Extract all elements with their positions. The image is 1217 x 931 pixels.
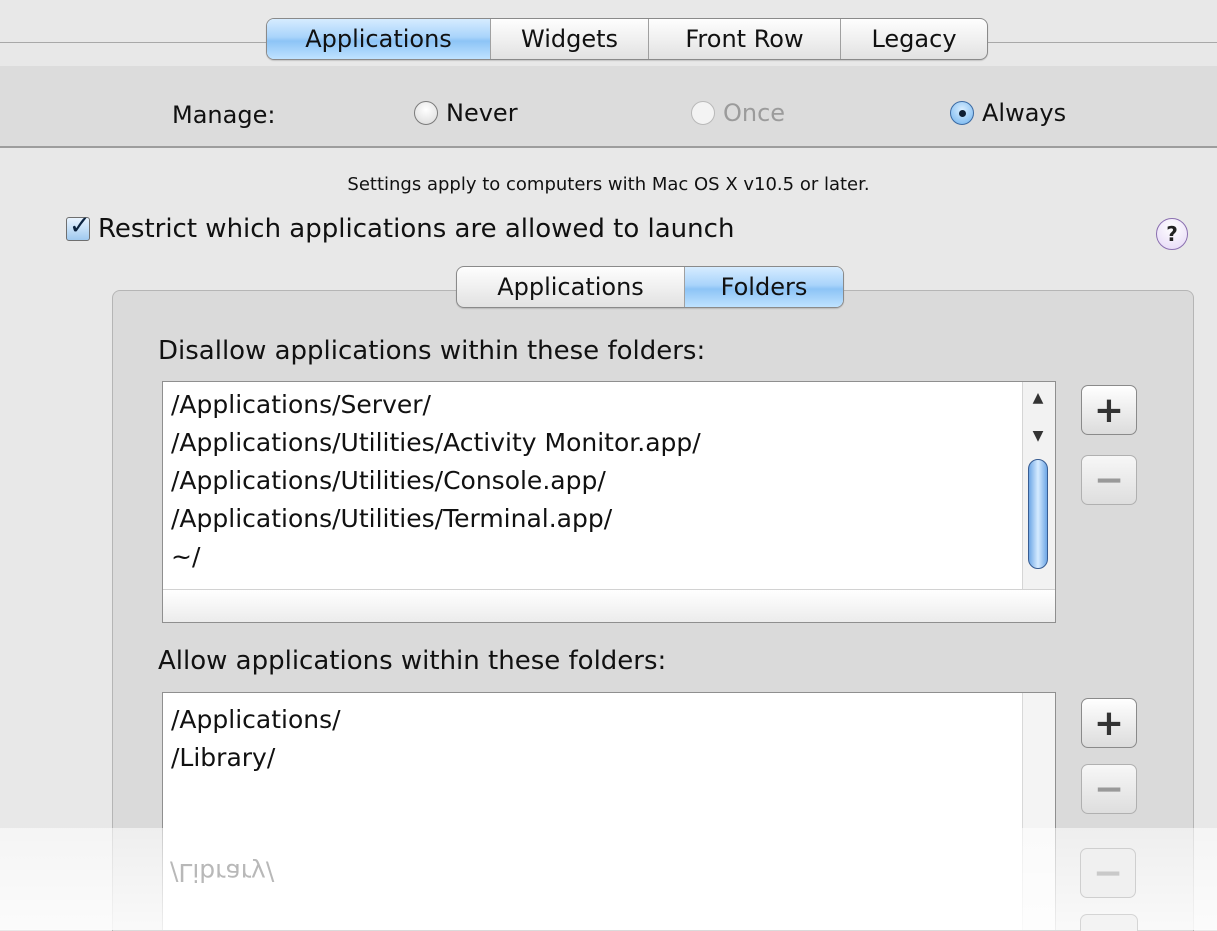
scroll-thumb[interactable] [1028,459,1048,569]
checkbox-checked-icon [66,211,91,241]
list-item[interactable]: /Applications/ [163,701,1023,739]
manage-once-radio[interactable]: Once [691,99,785,127]
reflected-list-item: /Library/ [170,858,275,887]
tab-widgets[interactable]: Widgets [491,19,649,59]
disallow-items: /Applications/Server/ /Applications/Util… [163,386,1023,576]
remove-disallow-folder-button[interactable]: − [1081,455,1137,505]
reflected-remove-button: − [1080,848,1136,898]
disallow-label: Disallow applications within these folde… [158,336,706,366]
list-item[interactable]: /Applications/Utilities/Activity Monitor… [163,424,1023,462]
remove-allow-folder-button[interactable]: − [1081,764,1137,814]
add-allow-folder-button[interactable]: + [1081,698,1137,748]
horizontal-scroll-area [163,589,1055,622]
manage-once-label: Once [723,99,786,127]
manage-never-radio[interactable]: Never [414,99,518,127]
tab-sub-folders[interactable]: Folders [685,267,843,307]
sub-tab-bar: Applications Folders [456,266,844,308]
tab-applications[interactable]: Applications [267,19,491,59]
restrict-checkbox[interactable]: Restrict which applications are allowed … [66,211,735,244]
allow-label: Allow applications within these folders: [158,646,667,676]
scroll-up-arrow-icon[interactable]: ▲ [1031,390,1045,406]
radio-button-icon [691,101,715,125]
manage-always-radio[interactable]: Always [950,99,1066,127]
manage-label: Manage: [172,101,276,129]
main-tab-bar: Applications Widgets Front Row Legacy [266,18,988,60]
radio-button-icon [414,101,438,125]
manage-never-label: Never [446,99,518,127]
list-item[interactable]: /Applications/Utilities/Terminal.app/ [163,500,1023,538]
list-item[interactable]: /Applications/Server/ [163,386,1023,424]
tab-sub-applications[interactable]: Applications [457,267,685,307]
scroll-down-arrow-icon[interactable]: ▼ [1031,428,1045,444]
add-disallow-folder-button[interactable]: + [1081,385,1137,435]
settings-note: Settings apply to computers with Mac OS … [347,174,870,195]
disallow-list[interactable]: /Applications/Server/ /Applications/Util… [162,381,1056,623]
list-item[interactable]: /Library/ [163,739,1023,777]
tab-legacy[interactable]: Legacy [841,19,987,59]
manage-always-label: Always [982,99,1067,127]
restrict-label: Restrict which applications are allowed … [98,214,735,244]
help-icon[interactable]: ? [1156,218,1188,250]
tab-front-row[interactable]: Front Row [649,19,841,59]
radio-button-selected-icon [950,101,974,125]
list-item[interactable]: /Applications/Utilities/Console.app/ [163,462,1023,500]
allow-items: /Applications/ /Library/ [163,701,1023,777]
reflected-add-button [1080,914,1138,931]
vertical-scrollbar[interactable]: ▲ ▼ [1022,382,1055,592]
list-item[interactable]: ~/ [163,538,1023,576]
